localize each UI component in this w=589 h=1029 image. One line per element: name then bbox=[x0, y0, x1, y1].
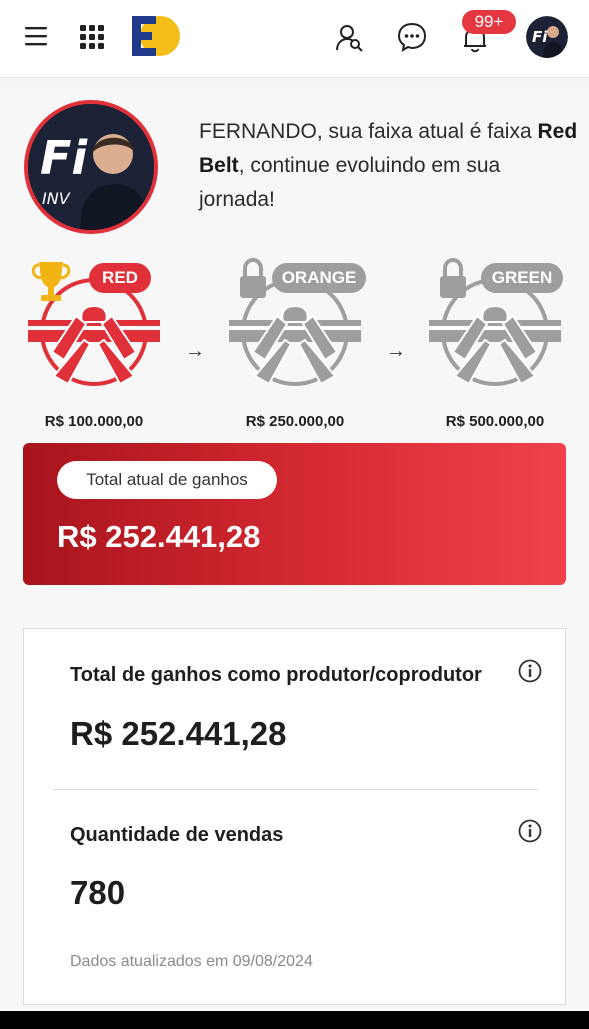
user-avatar-icon[interactable]: Fi bbox=[526, 16, 568, 58]
belt-greeting: FERNANDO, sua faixa atual é faixa Red Be… bbox=[199, 115, 579, 217]
belt-orange-tag: ORANGE bbox=[272, 263, 366, 293]
lock-icon bbox=[440, 258, 466, 298]
svg-text:Fi: Fi bbox=[532, 28, 548, 46]
belt-red-tag: RED bbox=[89, 263, 151, 293]
info-icon[interactable] bbox=[518, 659, 542, 683]
system-bottom-bar bbox=[0, 1011, 589, 1029]
sales-count-label: Quantidade de vendas bbox=[70, 824, 284, 846]
apps-grid-icon[interactable] bbox=[80, 25, 104, 49]
trophy-icon bbox=[31, 262, 71, 301]
greeting-suffix: , continue evoluindo em sua jornada! bbox=[199, 154, 501, 211]
belt-arrow: → bbox=[386, 340, 406, 362]
notification-count-badge[interactable]: 99+ bbox=[462, 10, 516, 34]
belt-green-value: R$ 500.000,00 bbox=[445, 413, 545, 430]
total-earnings-label: Total atual de ganhos bbox=[57, 461, 277, 499]
belt-red-value: R$ 100.000,00 bbox=[44, 413, 144, 430]
belt-orange-value: R$ 250.000,00 bbox=[245, 413, 345, 430]
belt-arrow: → bbox=[185, 340, 205, 362]
divider bbox=[53, 789, 538, 790]
info-icon[interactable] bbox=[518, 819, 542, 843]
top-bar: 99+ Fi bbox=[0, 0, 589, 78]
producer-earnings-value: R$ 252.441,28 bbox=[70, 715, 287, 752]
stats-card: Total de ganhos como produtor/coprodutor… bbox=[23, 628, 566, 1005]
svg-text:Fi: Fi bbox=[40, 131, 88, 185]
user-name: FERNANDO bbox=[199, 120, 317, 143]
avatar-text: INV bbox=[42, 189, 71, 208]
belt-green-tag: GREEN bbox=[481, 263, 563, 293]
hamburger-menu-icon[interactable] bbox=[24, 25, 48, 47]
total-earnings-card: Total atual de ganhos R$ 252.441,28 bbox=[23, 443, 566, 585]
chat-bubble-icon[interactable] bbox=[396, 21, 428, 53]
profile-avatar: Fi INV bbox=[24, 100, 158, 234]
greeting-prefix: , sua faixa atual é faixa bbox=[316, 120, 538, 143]
last-updated-text: Dados atualizados em 09/08/2024 bbox=[70, 953, 313, 970]
total-earnings-value: R$ 252.441,28 bbox=[57, 519, 261, 554]
lock-icon bbox=[240, 258, 266, 298]
user-search-icon[interactable] bbox=[335, 23, 365, 53]
brand-logo-icon[interactable] bbox=[131, 14, 181, 58]
producer-earnings-label: Total de ganhos como produtor/coprodutor bbox=[70, 664, 482, 686]
sales-count-value: 780 bbox=[70, 874, 126, 911]
